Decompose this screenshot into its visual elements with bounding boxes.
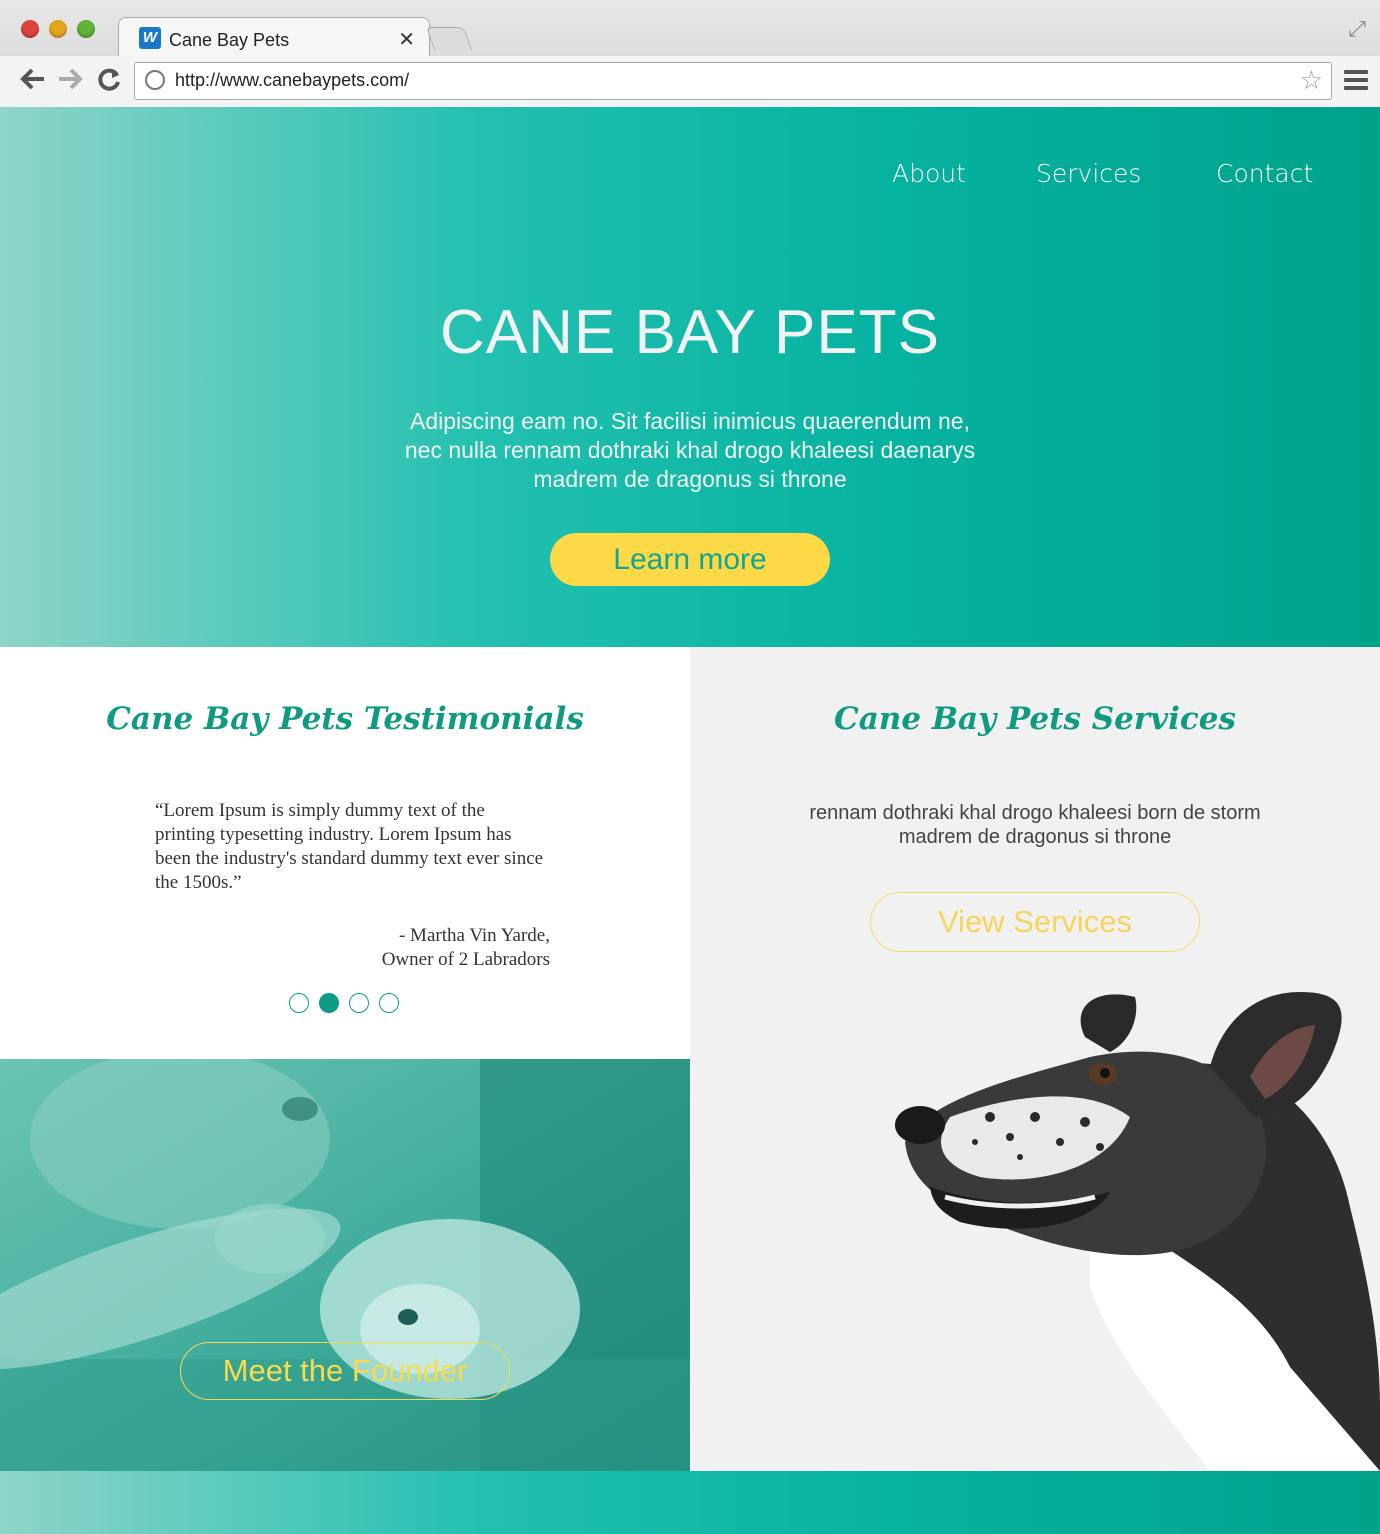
carousel-dot[interactable] [379,993,399,1013]
url-text[interactable]: http://www.canebaypets.com/ [175,70,409,91]
window-controls [21,20,95,38]
learn-more-button[interactable]: Learn more [550,533,830,586]
zoom-window-button[interactable] [77,20,95,38]
back-icon[interactable] [20,66,46,99]
address-bar[interactable]: http://www.canebaypets.com/ ☆ [134,62,1332,100]
favicon-icon: W [139,27,161,49]
minimize-window-button[interactable] [49,20,67,38]
carousel-dot-active[interactable] [319,993,339,1013]
carousel-dots [289,993,399,1013]
close-window-button[interactable] [21,20,39,38]
tab-title: Cane Bay Pets [169,30,290,50]
footer-band [0,1471,1380,1534]
nav-services[interactable]: Services [1036,159,1141,188]
puppy-photo [0,1059,690,1471]
browser-tab[interactable]: W Cane Bay Pets ✕ [118,17,430,57]
browser-toolbar: http://www.canebaypets.com/ ☆ [0,56,1380,107]
testimonials-section: Cane Bay Pets Testimonials “Lorem Ipsum … [0,647,690,1059]
hero-subtitle: Adipiscing eam no. Sit facilisi inimicus… [404,408,976,492]
meet-founder-button[interactable]: Meet the Founder [180,1342,510,1400]
dog-photo [895,992,1380,1471]
reload-icon[interactable] [96,66,122,99]
nav-contact[interactable]: Contact [1216,159,1313,188]
globe-icon [145,70,165,90]
menu-icon[interactable] [1344,70,1368,90]
new-tab-button[interactable] [425,27,473,50]
author-name: - Martha Vin Yarde, [398,925,550,946]
testimonial-author: - Martha Vin Yarde, Owner of 2 Labradors [300,924,550,972]
forward-icon[interactable] [57,66,83,99]
close-tab-icon[interactable]: ✕ [398,27,415,52]
testimonials-heading: Cane Bay Pets Testimonials [106,701,584,737]
browser-chrome: W Cane Bay Pets ✕ ⤢ http://www.canebaype… [0,0,1380,108]
star-icon[interactable]: ☆ [1300,65,1323,96]
hero-title: CANE BAY PETS [440,298,940,367]
tab-strip: W Cane Bay Pets ✕ ⤢ [0,0,1380,57]
fullscreen-icon[interactable]: ⤢ [1348,16,1366,42]
hero-section: About Services Contact CANE BAY PETS Adi… [0,107,1380,647]
services-section: Cane Bay Pets Services rennam dothraki k… [690,647,1380,1471]
nav-about[interactable]: About [892,159,966,188]
author-description: Owner of 2 Labradors [381,949,550,970]
carousel-dot[interactable] [289,993,309,1013]
founder-panel: Meet the Founder [0,1059,690,1471]
testimonial-quote: “Lorem Ipsum is simply dummy text of the… [155,800,544,893]
carousel-dot[interactable] [349,993,369,1013]
